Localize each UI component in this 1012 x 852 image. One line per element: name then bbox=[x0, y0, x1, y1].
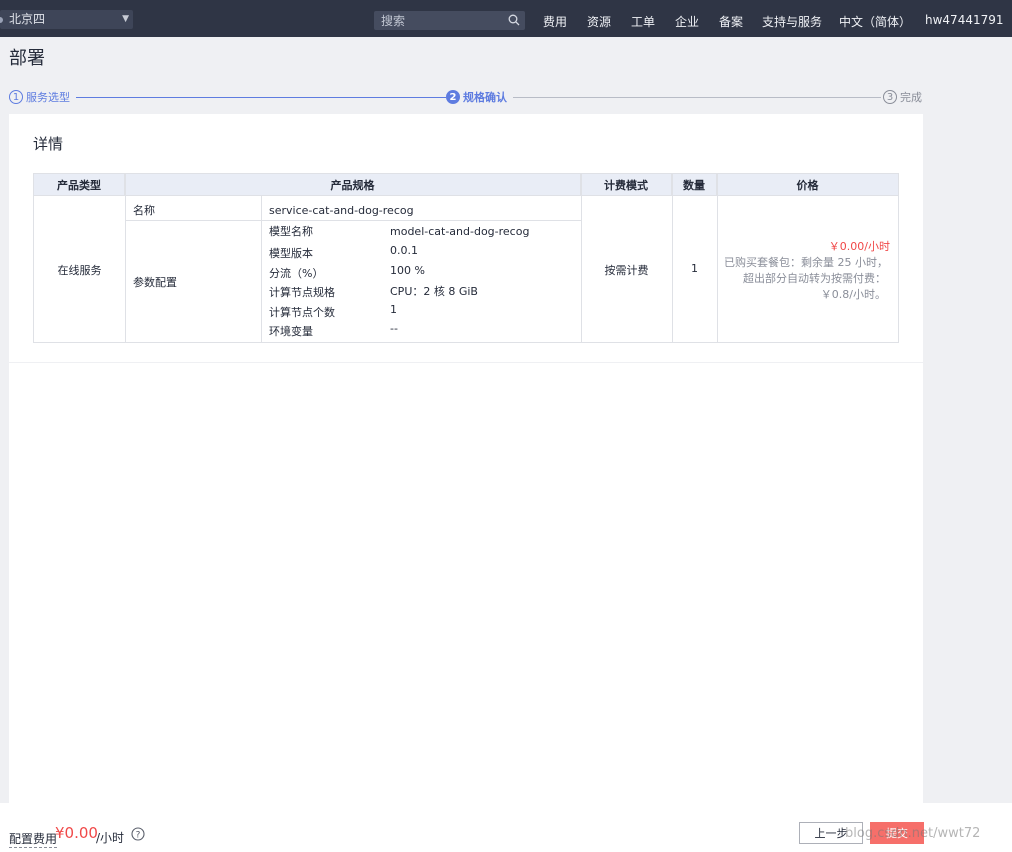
nav-resources[interactable]: 资源 bbox=[587, 13, 611, 30]
row-divider bbox=[125, 220, 581, 221]
step-spec-confirm: 2 规格确认 bbox=[446, 89, 507, 105]
search-box bbox=[374, 11, 525, 30]
nav-tickets[interactable]: 工单 bbox=[631, 13, 655, 30]
param-value: CPU：2 核 8 GiB bbox=[390, 285, 478, 298]
step-label: 完成 bbox=[900, 91, 922, 104]
header-product-spec: 产品规格 bbox=[125, 174, 581, 195]
param-key: 环境变量 bbox=[269, 325, 313, 338]
header-product-type: 产品类型 bbox=[34, 174, 125, 195]
col-divider bbox=[672, 174, 673, 342]
billing-mode-value: 按需计费 bbox=[604, 264, 649, 277]
param-value: 0.0.1 bbox=[390, 244, 418, 257]
region-label: 北京四 bbox=[9, 12, 46, 26]
price-value: ￥0.00/小时 bbox=[828, 240, 890, 253]
region-selector[interactable]: 北京四 ▼ bbox=[0, 10, 133, 29]
name-value: service-cat-and-dog-recog bbox=[269, 204, 414, 217]
product-type-value: 在线服务 bbox=[57, 264, 102, 277]
step-complete: 3 完成 bbox=[883, 89, 922, 105]
nav-language[interactable]: 中文（简体） bbox=[839, 13, 911, 30]
details-card: 详情 产品类型 产品规格 计费模式 数量 价格 在线服务 名称 service-… bbox=[9, 114, 923, 362]
config-fee-unit: /小时 bbox=[96, 831, 125, 845]
price-note-line: ￥0.8/小时。 bbox=[820, 288, 886, 301]
col-divider bbox=[261, 195, 262, 342]
quantity-value: 1 bbox=[691, 262, 698, 275]
name-label: 名称 bbox=[133, 204, 155, 217]
caret-down-icon: ▼ bbox=[122, 14, 129, 24]
submit-button[interactable]: 提交 bbox=[870, 822, 924, 844]
svg-text:?: ? bbox=[136, 830, 141, 840]
param-key: 分流（%） bbox=[269, 267, 324, 280]
previous-step-button[interactable]: 上一步 bbox=[799, 822, 863, 844]
nav-fees[interactable]: 费用 bbox=[543, 13, 567, 30]
col-divider bbox=[125, 174, 126, 342]
param-key: 计算节点规格 bbox=[269, 286, 335, 299]
header-quantity: 数量 bbox=[672, 174, 717, 195]
price-note-line: 超出部分自动转为按需付费： bbox=[743, 272, 886, 285]
step-number: 3 bbox=[883, 90, 897, 104]
param-value: 1 bbox=[390, 303, 397, 316]
step-number: 2 bbox=[446, 90, 460, 104]
help-icon[interactable]: ? bbox=[131, 827, 145, 841]
price-note-line: 已购买套餐包：剩余量 25 小时， bbox=[724, 256, 888, 269]
param-value: 100 % bbox=[390, 264, 425, 277]
param-value: model-cat-and-dog-recog bbox=[390, 225, 530, 238]
col-divider bbox=[717, 174, 718, 342]
nav-account[interactable]: hw47441791 bbox=[925, 13, 1004, 27]
param-value: -- bbox=[390, 322, 398, 335]
params-label: 参数配置 bbox=[133, 276, 177, 289]
config-fee-value: ¥0.00 bbox=[55, 824, 98, 842]
row-divider bbox=[34, 195, 898, 196]
step-label: 规格确认 bbox=[463, 91, 507, 104]
param-key: 模型版本 bbox=[269, 247, 313, 260]
step-connector bbox=[76, 97, 446, 98]
details-table: 产品类型 产品规格 计费模式 数量 价格 在线服务 名称 service-cat… bbox=[33, 173, 899, 343]
config-fee-label[interactable]: 配置费用 bbox=[9, 830, 58, 848]
step-progress: 1 服务选型 2 规格确认 3 完成 bbox=[9, 89, 924, 107]
param-key: 计算节点个数 bbox=[269, 306, 335, 319]
search-icon[interactable] bbox=[508, 14, 520, 26]
step-number: 1 bbox=[9, 90, 23, 104]
region-dot-icon bbox=[0, 17, 3, 23]
nav-filing[interactable]: 备案 bbox=[719, 13, 743, 30]
param-key: 模型名称 bbox=[269, 225, 313, 238]
header-price: 价格 bbox=[717, 174, 898, 195]
card-title: 详情 bbox=[33, 135, 64, 153]
nav-support[interactable]: 支持与服务 bbox=[762, 13, 822, 30]
header-billing-mode: 计费模式 bbox=[581, 174, 672, 195]
step-label: 服务选型 bbox=[26, 91, 70, 104]
content-area bbox=[9, 363, 923, 803]
step-connector bbox=[513, 97, 881, 98]
step-service-selection: 1 服务选型 bbox=[9, 89, 70, 105]
footer-bar: 配置费用 ¥0.00 /小时 ? 上一步 提交 blog.csdn.net/ww… bbox=[0, 803, 1012, 852]
page-title: 部署 bbox=[9, 48, 45, 69]
col-divider bbox=[581, 174, 582, 342]
top-nav-bar: 北京四 ▼ 费用 资源 工单 企业 备案 支持与服务 中文（简体） hw4744… bbox=[0, 0, 1012, 37]
search-input[interactable] bbox=[374, 11, 504, 30]
nav-enterprise[interactable]: 企业 bbox=[675, 13, 699, 30]
